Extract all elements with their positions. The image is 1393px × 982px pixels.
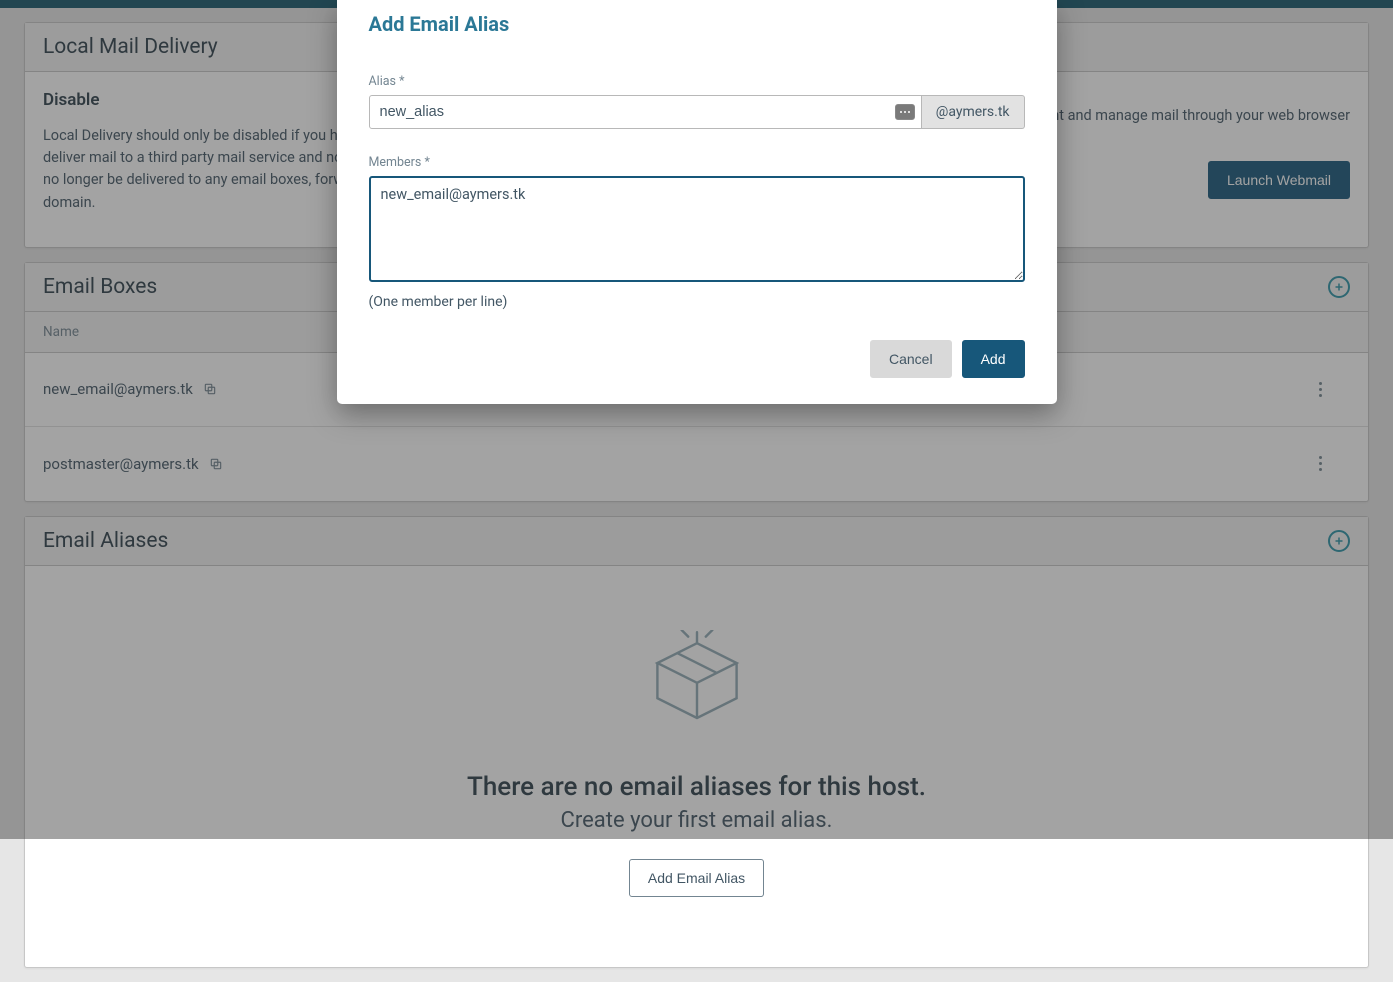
modal-actions: Cancel Add — [369, 340, 1025, 378]
members-label-text: Members — [369, 155, 422, 170]
modal-overlay[interactable]: Add Email Alias Alias * @aymers.tk Membe… — [0, 0, 1393, 839]
alias-input-wrap — [369, 95, 922, 129]
add-email-alias-modal: Add Email Alias Alias * @aymers.tk Membe… — [337, 0, 1057, 404]
members-textarea[interactable] — [369, 176, 1025, 282]
alias-input-row: @aymers.tk — [369, 95, 1025, 129]
members-label: Members * — [369, 155, 1025, 170]
alias-required-mark: * — [399, 74, 404, 89]
members-hint: (One member per line) — [369, 294, 1025, 310]
alias-label: Alias * — [369, 74, 1025, 89]
virtual-keyboard-button[interactable] — [895, 104, 915, 120]
add-email-alias-button[interactable]: Add Email Alias — [629, 859, 764, 897]
alias-input[interactable] — [370, 96, 921, 128]
modal-title: Add Email Alias — [369, 12, 1025, 36]
members-required-mark: * — [424, 155, 429, 170]
alias-label-text: Alias — [369, 74, 396, 89]
add-button[interactable]: Add — [962, 340, 1025, 378]
alias-domain-addon: @aymers.tk — [922, 95, 1025, 129]
cancel-button[interactable]: Cancel — [870, 340, 952, 378]
